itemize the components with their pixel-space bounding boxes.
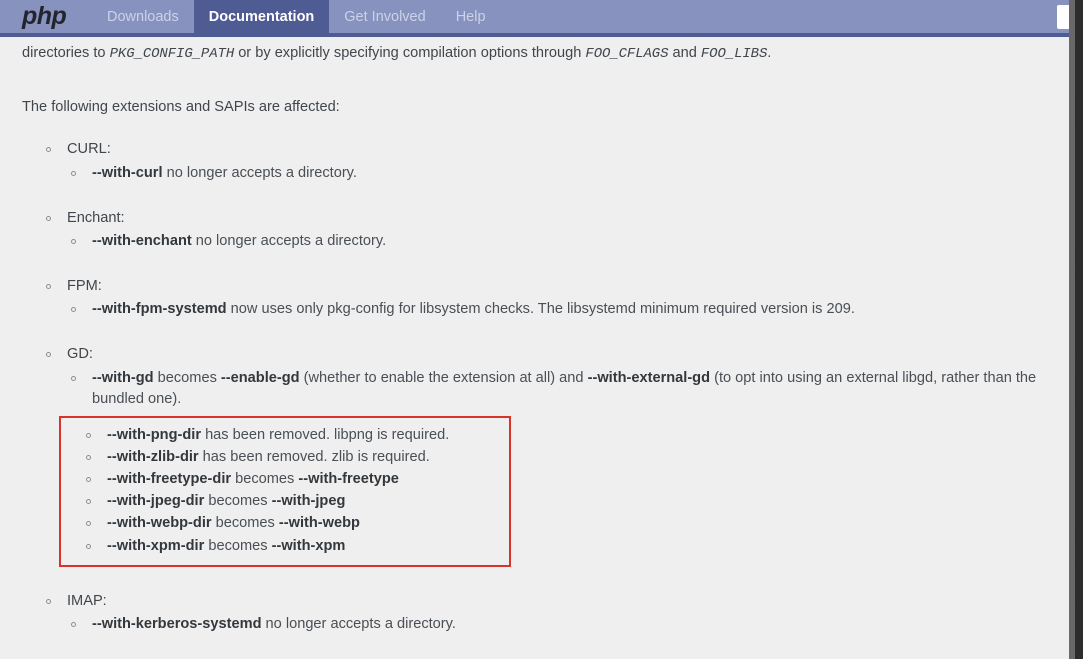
flag-with-png-dir-desc: has been removed. libpng is required.	[201, 426, 450, 443]
ext-group-curl-items: --with-curl no longer accepts a director…	[45, 163, 1051, 184]
flag-with-freetype-dir-desc: becomes	[231, 471, 299, 488]
site-navbar: php Downloads Documentation Get Involved…	[0, 0, 1069, 37]
nav-search-container	[1057, 0, 1069, 33]
ext-group-imap-label: IMAP:	[45, 591, 1051, 612]
intro-p1-part-2: or by explicitly specifying compilation …	[234, 45, 586, 61]
nav-item-help[interactable]: Help	[441, 0, 501, 33]
flag-with-png-dir: --with-png-dir	[107, 426, 202, 443]
intro-p1-part-3: and	[668, 45, 701, 61]
list-item: --with-png-dir has been removed. libpng …	[85, 425, 509, 446]
list-item: --with-enchant no longer accepts a direc…	[70, 231, 1051, 252]
php-logo-text: php	[22, 2, 67, 30]
nav-item-documentation[interactable]: Documentation	[193, 0, 330, 33]
nav-item-get-involved-label: Get Involved	[344, 8, 426, 25]
nav-item-help-label: Help	[455, 8, 486, 25]
flag-with-fpm-systemd: --with-fpm-systemd	[92, 301, 227, 318]
ext-group-fpm-label: FPM:	[45, 276, 1051, 297]
flag-with-webp-dir: --with-webp-dir	[107, 515, 212, 532]
flag-with-jpeg-dir-desc: becomes	[204, 493, 272, 510]
browser-viewport: php Downloads Documentation Get Involved…	[0, 0, 1069, 659]
flag-with-jpeg: --with-jpeg	[271, 493, 346, 510]
php-logo[interactable]: php	[0, 0, 92, 33]
list-item: --with-zlib-dir has been removed. zlib i…	[85, 447, 509, 468]
ext-group-fpm-items: --with-fpm-systemd now uses only pkg-con…	[45, 299, 1051, 320]
flag-with-freetype: --with-freetype	[298, 471, 399, 488]
flag-with-zlib-dir: --with-zlib-dir	[107, 449, 199, 466]
flag-with-xpm: --with-xpm	[271, 537, 346, 554]
vertical-scrollbar[interactable]	[1069, 0, 1083, 659]
vertical-scrollbar-thumb[interactable]	[1069, 0, 1075, 659]
ext-group-gd-label: GD:	[45, 344, 1051, 365]
list-item: --with-curl no longer accepts a director…	[70, 163, 1051, 184]
list-item: --with-xpm-dir becomes --with-xpm	[85, 536, 509, 557]
flag-with-webp-dir-desc: becomes	[211, 515, 279, 532]
nav-item-get-involved[interactable]: Get Involved	[329, 0, 440, 33]
flag-with-enchant: --with-enchant	[92, 232, 192, 249]
intro-p1-part-1: directories to	[22, 45, 110, 61]
nav-item-downloads[interactable]: Downloads	[92, 0, 194, 33]
ext-group-enchant: Enchant: --with-enchant no longer accept…	[45, 208, 1051, 252]
ext-group-curl-label: CURL:	[45, 139, 1051, 160]
flag-with-fpm-systemd-desc: now uses only pkg-config for libsystem c…	[226, 301, 855, 318]
flag-with-external-gd: --with-external-gd	[587, 369, 711, 386]
ext-group-imap: IMAP: --with-kerberos-systemd no longer …	[45, 591, 1051, 635]
nav-item-documentation-label: Documentation	[208, 8, 315, 25]
intro-paragraph-1: directories to PKG_CONFIG_PATH or by exp…	[22, 37, 1051, 64]
list-item: --with-kerberos-systemd no longer accept…	[70, 614, 1051, 635]
document-content: directories to PKG_CONFIG_PATH or by exp…	[0, 37, 1069, 635]
list-item: --with-webp-dir becomes --with-webp	[85, 513, 509, 534]
intro-paragraph-2: The following extensions and SAPIs are a…	[22, 99, 340, 116]
ext-group-enchant-items: --with-enchant no longer accepts a direc…	[45, 231, 1051, 252]
highlight-box-items: --with-png-dir has been removed. libpng …	[61, 425, 509, 557]
ext-group-gd: GD: --with-gd becomes --enable-gd (wheth…	[45, 344, 1051, 567]
ext-group-imap-items: --with-kerberos-systemd no longer accept…	[45, 614, 1051, 635]
list-item: --with-freetype-dir becomes --with-freet…	[85, 469, 509, 490]
list-item: --with-gd becomes --enable-gd (whether t…	[70, 368, 1051, 410]
flag-with-jpeg-dir: --with-jpeg-dir	[107, 493, 205, 510]
flag-with-gd-text-b: (whether to enable the extension at all)…	[299, 369, 588, 386]
list-item: --with-jpeg-dir becomes --with-jpeg	[85, 491, 509, 512]
affected-extensions-list: CURL: --with-curl no longer accepts a di…	[22, 139, 1051, 635]
flag-with-kerberos-systemd: --with-kerberos-systemd	[92, 615, 262, 632]
flag-with-kerberos-systemd-desc: no longer accepts a directory.	[261, 615, 456, 632]
flag-enable-gd: --enable-gd	[220, 369, 300, 386]
highlight-box-gd-dir-flags: --with-png-dir has been removed. libpng …	[59, 415, 511, 567]
flag-with-gd: --with-gd	[92, 369, 154, 386]
flag-with-curl: --with-curl	[92, 164, 163, 181]
ext-group-enchant-label: Enchant:	[45, 208, 1051, 229]
flag-with-curl-desc: no longer accepts a directory.	[162, 164, 357, 181]
nav-item-downloads-label: Downloads	[107, 8, 179, 25]
flag-with-webp: --with-webp	[278, 515, 360, 532]
code-foo-cflags: FOO_CFLAGS	[585, 46, 669, 62]
flag-with-enchant-desc: no longer accepts a directory.	[191, 232, 387, 249]
ext-group-gd-items: --with-gd becomes --enable-gd (whether t…	[45, 368, 1051, 410]
search-input[interactable]	[1057, 4, 1069, 29]
code-foo-libs: FOO_LIBS	[700, 46, 768, 62]
flag-with-gd-text-a: becomes	[153, 369, 221, 386]
flag-with-freetype-dir: --with-freetype-dir	[107, 471, 232, 488]
code-pkg-config-path: PKG_CONFIG_PATH	[109, 46, 235, 62]
flag-with-zlib-dir-desc: has been removed. zlib is required.	[198, 449, 430, 466]
list-item: --with-fpm-systemd now uses only pkg-con…	[70, 299, 1051, 320]
intro-p1-part-4: .	[767, 45, 772, 61]
flag-with-xpm-dir: --with-xpm-dir	[107, 537, 205, 554]
ext-group-curl: CURL: --with-curl no longer accepts a di…	[45, 139, 1051, 183]
ext-group-fpm: FPM: --with-fpm-systemd now uses only pk…	[45, 276, 1051, 320]
flag-with-xpm-dir-desc: becomes	[204, 537, 272, 554]
